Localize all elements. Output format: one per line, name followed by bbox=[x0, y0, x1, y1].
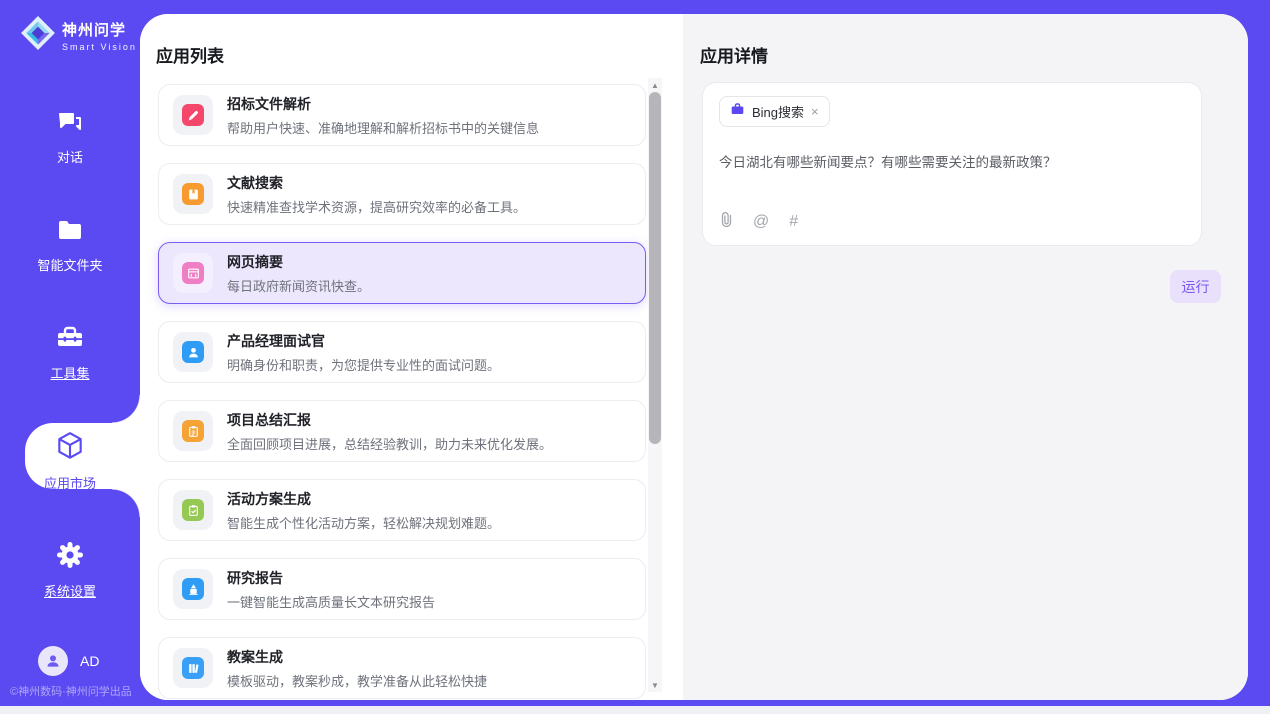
sidebar-item-label: 工具集 bbox=[0, 363, 140, 382]
interviewer-icon bbox=[173, 332, 213, 372]
scrollbar-thumb[interactable] bbox=[649, 92, 661, 444]
sidebar-item-settings[interactable]: 系统设置 bbox=[0, 540, 140, 600]
app-detail-panel: 应用详情 Bing搜索 × 今日湖北有哪些新闻要点？有哪些需要关注的最新政策？ bbox=[683, 14, 1248, 700]
sidebar-item-label: 对话 bbox=[0, 147, 140, 166]
books-icon bbox=[173, 648, 213, 688]
app-card-web-summary[interactable]: 网页摘要 每日政府新闻资讯快查。 bbox=[158, 242, 646, 304]
brand-logo: 神州问学 Smart Vision bbox=[20, 15, 137, 56]
chat-icon bbox=[56, 123, 84, 140]
sidebar-item-label: 智能文件夹 bbox=[0, 255, 140, 274]
sidebar-item-chat[interactable]: 对话 bbox=[0, 108, 140, 166]
app-description: 模板驱动，教案秒成，教学准备从此轻松快捷 bbox=[227, 671, 487, 690]
sidebar-item-toolset[interactable]: 工具集 bbox=[0, 324, 140, 382]
app-title: 网页摘要 bbox=[227, 252, 370, 272]
sidebar-item-app-market[interactable]: 应用市场 bbox=[0, 430, 140, 492]
app-title: 招标文件解析 bbox=[227, 94, 539, 114]
scroll-up-icon[interactable]: ▲ bbox=[648, 78, 662, 92]
plan-check-icon bbox=[173, 490, 213, 530]
app-card-lesson-plan[interactable]: 教案生成 模板驱动，教案秒成，教学准备从此轻松快捷 bbox=[158, 637, 646, 699]
sidebar-item-label: 应用市场 bbox=[0, 473, 140, 492]
app-description: 明确身份和职责，为您提供专业性的面试问题。 bbox=[227, 355, 500, 374]
composer-toolbar: @ # bbox=[719, 211, 798, 233]
app-title: 文献搜索 bbox=[227, 173, 526, 193]
app-description: 每日政府新闻资讯快查。 bbox=[227, 276, 370, 295]
mention-icon[interactable]: @ bbox=[753, 213, 769, 231]
user-name: AD bbox=[80, 653, 99, 669]
app-description: 智能生成个性化活动方案，轻松解决规划难题。 bbox=[227, 513, 500, 532]
app-description: 全面回顾项目进展，总结经验教训，助力未来优化发展。 bbox=[227, 434, 552, 453]
app-list: 招标文件解析 帮助用户快速、准确地理解和解析招标书中的关键信息 文献搜索 快速精… bbox=[158, 84, 646, 700]
app-title: 活动方案生成 bbox=[227, 489, 500, 509]
gear-icon bbox=[55, 557, 85, 574]
tool-tag-label: Bing搜索 bbox=[752, 102, 804, 121]
toolbox-icon bbox=[55, 339, 85, 356]
app-card-pm-interviewer[interactable]: 产品经理面试官 明确身份和职责，为您提供专业性的面试问题。 bbox=[158, 321, 646, 383]
diamond-logo-icon bbox=[20, 15, 56, 56]
run-button[interactable]: 运行 bbox=[1170, 270, 1221, 303]
folder-icon bbox=[56, 231, 84, 248]
app-card-bid-parse[interactable]: 招标文件解析 帮助用户快速、准确地理解和解析招标书中的关键信息 bbox=[158, 84, 646, 146]
ink-icon bbox=[173, 569, 213, 609]
app-card-research-report[interactable]: 研究报告 一键智能生成高质量长文本研究报告 bbox=[158, 558, 646, 620]
app-description: 快速精准查找学术资源，提高研究效率的必备工具。 bbox=[227, 197, 526, 216]
sidebar-item-smart-folder[interactable]: 智能文件夹 bbox=[0, 216, 140, 274]
app-title: 教案生成 bbox=[227, 647, 487, 667]
app-detail-title: 应用详情 bbox=[700, 42, 768, 67]
user-row[interactable]: AD bbox=[38, 646, 99, 676]
cube-icon bbox=[55, 449, 85, 466]
avatar[interactable] bbox=[38, 646, 68, 676]
scroll-down-icon[interactable]: ▼ bbox=[648, 678, 662, 692]
tool-tag-bing-search[interactable]: Bing搜索 × bbox=[719, 96, 830, 127]
app-card-project-summary[interactable]: 项目总结汇报 全面回顾项目进展，总结经验教训，助力未来优化发展。 bbox=[158, 400, 646, 462]
webpage-icon bbox=[173, 253, 213, 293]
brand-subtitle: Smart Vision bbox=[62, 42, 137, 52]
app-list-panel: 应用列表 招标文件解析 帮助用户快速、准确地理解和解析招标书中的关键信息 bbox=[140, 14, 683, 700]
compose-card[interactable]: Bing搜索 × 今日湖北有哪些新闻要点？有哪些需要关注的最新政策？ @ # bbox=[702, 82, 1202, 246]
pen-icon bbox=[173, 95, 213, 135]
copyright-text: ©神州数码·神州问学出品 bbox=[10, 683, 132, 699]
sidebar: 神州问学 Smart Vision 对话 智能文件夹 bbox=[0, 0, 140, 706]
app-description: 一键智能生成高质量长文本研究报告 bbox=[227, 592, 435, 611]
sidebar-item-label: 系统设置 bbox=[0, 581, 140, 600]
app-card-literature-search[interactable]: 文献搜索 快速精准查找学术资源，提高研究效率的必备工具。 bbox=[158, 163, 646, 225]
scrollbar[interactable]: ▲ ▼ bbox=[648, 78, 662, 692]
app-title: 项目总结汇报 bbox=[227, 410, 552, 430]
app-card-event-plan[interactable]: 活动方案生成 智能生成个性化活动方案，轻松解决规划难题。 bbox=[158, 479, 646, 541]
brand-name: 神州问学 bbox=[62, 22, 126, 39]
book-icon bbox=[173, 174, 213, 214]
hash-icon[interactable]: # bbox=[789, 213, 798, 231]
paperclip-icon[interactable] bbox=[719, 211, 733, 233]
app-title: 研究报告 bbox=[227, 568, 435, 588]
app-list-title: 应用列表 bbox=[156, 42, 224, 67]
query-text[interactable]: 今日湖北有哪些新闻要点？有哪些需要关注的最新政策？ bbox=[719, 151, 1185, 171]
report-icon bbox=[173, 411, 213, 451]
app-description: 帮助用户快速、准确地理解和解析招标书中的关键信息 bbox=[227, 118, 539, 137]
briefcase-icon bbox=[730, 102, 745, 121]
main-container: 应用列表 招标文件解析 帮助用户快速、准确地理解和解析招标书中的关键信息 bbox=[140, 14, 1248, 700]
app-title: 产品经理面试官 bbox=[227, 331, 500, 351]
close-icon[interactable]: × bbox=[811, 105, 819, 118]
